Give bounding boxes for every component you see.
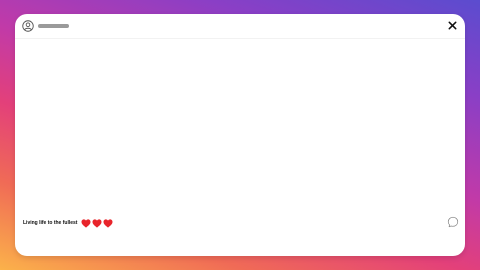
caption-row: Living life to the fullest bbox=[23, 216, 114, 230]
post-window: Living life to the fullest bbox=[15, 14, 465, 256]
reaction-hearts bbox=[81, 218, 114, 228]
post-header bbox=[15, 14, 465, 39]
heart-icon[interactable] bbox=[103, 218, 113, 228]
post-media-area bbox=[15, 39, 465, 214]
post-caption: Living life to the fullest bbox=[23, 220, 78, 226]
comment-bubble-icon[interactable] bbox=[447, 216, 459, 228]
heart-icon[interactable] bbox=[92, 218, 102, 228]
close-icon[interactable] bbox=[447, 20, 458, 31]
heart-icon[interactable] bbox=[81, 218, 91, 228]
user-circle-icon[interactable] bbox=[22, 20, 34, 32]
username-placeholder bbox=[38, 24, 69, 28]
